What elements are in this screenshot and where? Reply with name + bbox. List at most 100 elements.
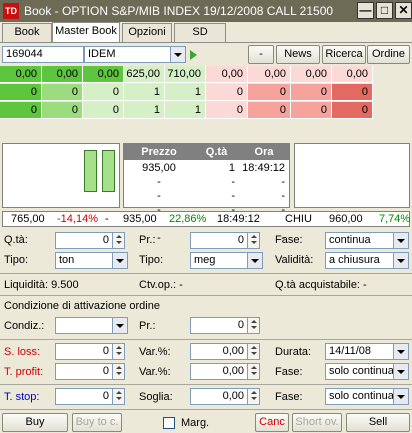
condiz-dropdown-button[interactable] <box>113 317 128 334</box>
ask-volume-bar <box>102 150 115 192</box>
arrow-up-icon <box>115 366 122 369</box>
cancel-button[interactable]: Canc <box>255 413 289 432</box>
divider <box>0 409 412 410</box>
close-button[interactable]: ✕ <box>395 2 412 19</box>
durata-select[interactable]: 14/11/08 <box>325 343 394 360</box>
fase3-dropdown-button[interactable] <box>394 388 409 405</box>
pr-label: Pr.: <box>139 234 156 246</box>
fase2-select[interactable]: solo continua <box>325 363 394 380</box>
marg-label: Marg. <box>181 417 210 429</box>
market-dropdown-button[interactable] <box>171 46 186 63</box>
level-cell: 0 <box>42 84 83 101</box>
soglia-input[interactable]: 0,00 <box>190 388 248 405</box>
symbol-input[interactable]: 169044 <box>2 46 84 63</box>
chevron-down-icon <box>116 259 124 263</box>
maximize-button[interactable]: □ <box>376 2 393 19</box>
tipo2-select[interactable]: meg <box>190 252 248 269</box>
divider <box>0 273 412 274</box>
tipo2-dropdown-button[interactable] <box>248 252 263 269</box>
validita-dropdown-button[interactable] <box>394 252 409 269</box>
cond-pr-stepper[interactable] <box>248 317 260 334</box>
sloss-stepper[interactable] <box>113 343 125 360</box>
arrow-up-icon <box>115 346 122 349</box>
level-cell: 0 <box>291 102 332 119</box>
pr-input[interactable]: 0 <box>190 232 248 249</box>
tprofit-input[interactable]: 0 <box>55 363 113 380</box>
marg-checkbox[interactable] <box>163 417 175 429</box>
soglia-stepper[interactable] <box>248 388 260 405</box>
book-cell: - <box>281 190 285 202</box>
buy-to-close-button[interactable]: Buy to c. <box>72 413 122 432</box>
chevron-down-icon <box>397 239 405 243</box>
news-button[interactable]: News <box>276 45 320 64</box>
ordine-button[interactable]: Ordine <box>367 45 410 64</box>
fase-select[interactable]: continua <box>325 232 394 249</box>
qta-stepper[interactable] <box>113 232 125 249</box>
tab-book[interactable]: Book <box>2 23 52 42</box>
condiz-select[interactable] <box>55 317 113 334</box>
arrow-up-icon <box>250 391 257 394</box>
arrow-down-icon <box>250 372 257 375</box>
level-cell: 1 <box>165 84 206 101</box>
title-bar: TD Book - OPTION S&P/MIB INDEX 19/12/200… <box>0 0 412 22</box>
varpct2-input[interactable]: 0,00 <box>190 363 248 380</box>
fase-dropdown-button[interactable] <box>394 232 409 249</box>
level-cell: 0,00 <box>248 66 291 83</box>
tab-sd[interactable]: SD <box>174 23 226 42</box>
varpct1-input[interactable]: 0,00 <box>190 343 248 360</box>
tipo-select[interactable]: ton <box>55 252 113 269</box>
sell-button[interactable]: Sell <box>346 413 410 432</box>
ctv-text: Ctv.op.: - <box>139 279 183 291</box>
tstop-input[interactable]: 0 <box>55 388 113 405</box>
minimize-button[interactable]: — <box>357 2 374 19</box>
tstop-label: T. stop: <box>4 391 40 403</box>
book-cell: 935,00 <box>142 162 176 174</box>
fase2-label: Fase: <box>275 366 303 378</box>
arrow-down-icon <box>250 241 257 244</box>
pr-stepper[interactable] <box>248 232 260 249</box>
tab-master-book[interactable]: Master Book <box>52 22 120 42</box>
book-table: Prezzo Q.tà Ora 935,00 1 18:49:12- - - - - - - - -… <box>123 143 290 244</box>
chevron-down-icon <box>116 324 124 328</box>
minus-button[interactable]: - <box>248 45 274 64</box>
qta-input[interactable]: 0 <box>55 232 113 249</box>
last-time: 18:49:12 <box>217 213 260 225</box>
tprofit-stepper[interactable] <box>113 363 125 380</box>
liquidita-text: Liquidità: 9.500 <box>4 279 79 291</box>
tstop-stepper[interactable] <box>113 388 125 405</box>
varpct1-stepper[interactable] <box>248 343 260 360</box>
levels-grid: 0,00 0,00 0,00 625,00 710,00 0,00 0,00 0,00 0,00… <box>0 66 412 120</box>
varpct1-label: Var.%: <box>139 346 171 358</box>
arrow-up-icon <box>250 366 257 369</box>
ricerca-button[interactable]: Ricerca <box>322 45 366 64</box>
condiz-label: Condiz.: <box>4 320 45 332</box>
market-select[interactable]: IDEM <box>84 46 171 63</box>
level-cell: 0 <box>206 84 248 101</box>
cond-pr-input[interactable]: 0 <box>190 317 248 334</box>
condition-title: Condizione di attivazione ordine <box>4 300 160 312</box>
tab-opzioni[interactable]: Opzioni <box>122 23 172 42</box>
divider <box>0 339 412 340</box>
chevron-down-icon <box>251 259 259 263</box>
book-row: --- <box>124 175 289 189</box>
tprofit-label: T. profit: <box>4 366 44 378</box>
tipo-dropdown-button[interactable] <box>113 252 128 269</box>
arrow-down-icon <box>115 352 122 355</box>
book-cell: 1 <box>228 162 235 174</box>
validita-select[interactable]: a chiusura <box>325 252 394 269</box>
sloss-input[interactable]: 0 <box>55 343 113 360</box>
tipo2-label: Tipo: <box>139 254 164 266</box>
market-status: CHIU <box>285 213 312 225</box>
durata-dropdown-button[interactable] <box>394 343 409 360</box>
short-over-button[interactable]: Short ov. <box>292 413 342 432</box>
fase3-select[interactable]: solo continua <box>325 388 394 405</box>
level-cell: 0 <box>332 84 373 101</box>
divider <box>0 384 412 385</box>
arrow-down-icon <box>115 372 122 375</box>
book-cell: - <box>157 232 161 244</box>
buy-button[interactable]: Buy <box>2 413 68 432</box>
varpct2-stepper[interactable] <box>248 363 260 380</box>
play-icon[interactable] <box>190 50 197 60</box>
fase2-dropdown-button[interactable] <box>394 363 409 380</box>
level-cell: 0,00 <box>42 66 83 83</box>
